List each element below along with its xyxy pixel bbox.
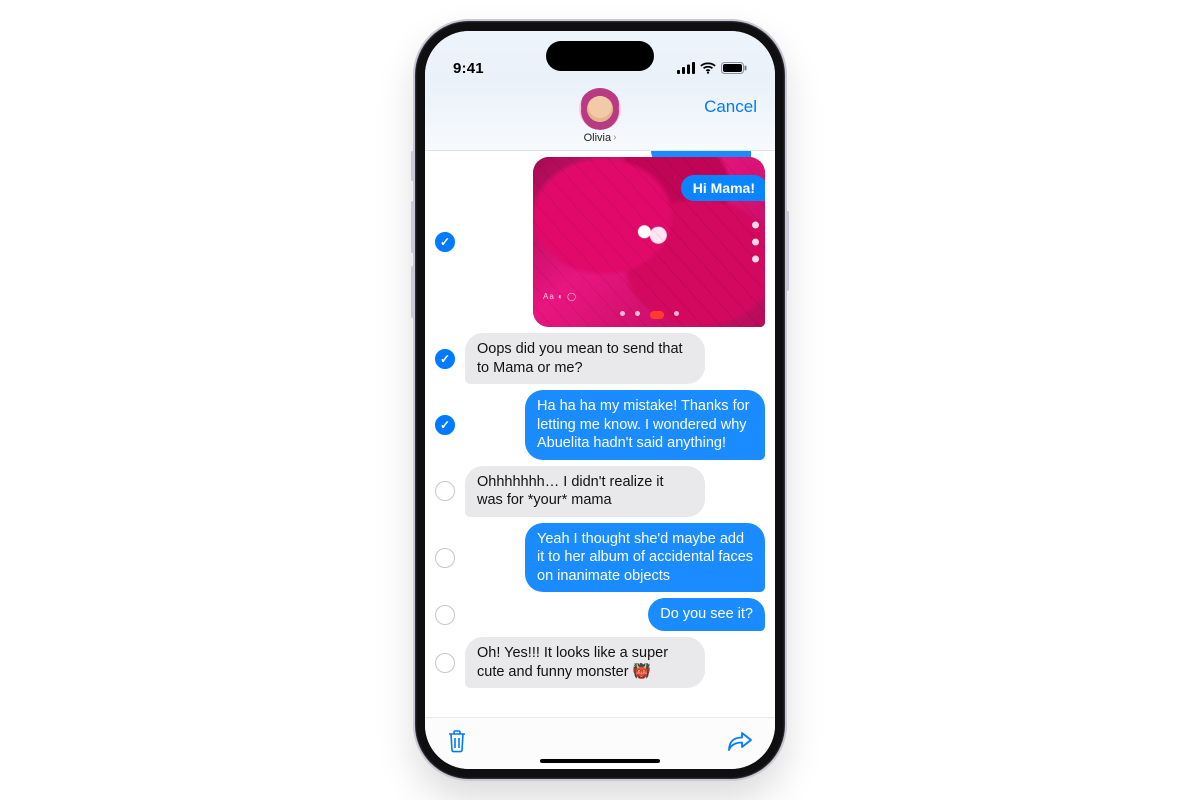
message-row: Oops did you mean to send that to Mama o…	[435, 333, 765, 384]
select-toggle[interactable]	[435, 605, 455, 625]
dynamic-island	[546, 41, 654, 71]
message-row: Do you see it?	[435, 598, 765, 631]
received-message-bubble[interactable]: Ohhhhhhh… I didn't realize it was for *y…	[465, 466, 705, 517]
home-indicator	[540, 759, 660, 763]
select-toggle[interactable]	[435, 415, 455, 435]
camera-mode-label: Aa ◐ ◯	[543, 292, 577, 301]
mute-switch	[411, 151, 415, 181]
image-message[interactable]: Aa ◐ ◯ Hi Mama!	[533, 157, 765, 327]
contact-name: Olivia	[584, 132, 612, 144]
screen: 9:41 Olivia › Cancel	[425, 31, 775, 769]
volume-up	[411, 201, 415, 253]
message-row: Aa ◐ ◯ Hi Mama!	[435, 157, 765, 327]
status-indicators	[677, 61, 747, 78]
select-toggle[interactable]	[435, 232, 455, 252]
battery-icon	[721, 61, 747, 78]
received-message-bubble[interactable]: Oh! Yes!!! It looks like a super cute an…	[465, 637, 705, 688]
message-row: Oh! Yes!!! It looks like a super cute an…	[435, 637, 765, 688]
power-button	[785, 211, 789, 291]
sent-message-bubble[interactable]: Do you see it?	[648, 598, 765, 631]
volume-down	[411, 266, 415, 318]
select-toggle[interactable]	[435, 653, 455, 673]
select-toggle[interactable]	[435, 481, 455, 501]
camera-bottom-controls-icon	[533, 311, 765, 319]
message-thread: Aa ◐ ◯ Hi Mama! Oops did you mean to sen…	[425, 151, 775, 717]
forward-button[interactable]	[727, 730, 753, 757]
chevron-right-icon: ›	[613, 132, 616, 143]
contact-name-row[interactable]: Olivia ›	[584, 132, 617, 144]
cellular-icon	[677, 61, 695, 78]
wifi-icon	[700, 61, 716, 78]
message-row: Ha ha ha my mistake! Thanks for letting …	[435, 390, 765, 460]
contact-avatar[interactable]	[579, 88, 621, 130]
message-row: Yeah I thought she'd maybe add it to her…	[435, 523, 765, 593]
image-caption-bubble: Hi Mama!	[681, 175, 765, 201]
iphone-frame: 9:41 Olivia › Cancel	[415, 21, 785, 779]
select-toggle[interactable]	[435, 548, 455, 568]
message-row: Ohhhhhhh… I didn't realize it was for *y…	[435, 466, 765, 517]
camera-side-controls-icon	[752, 222, 759, 263]
cancel-button[interactable]: Cancel	[704, 97, 757, 117]
conversation-header: Olivia › Cancel	[425, 79, 775, 151]
received-message-bubble[interactable]: Oops did you mean to send that to Mama o…	[465, 333, 705, 384]
sent-message-bubble[interactable]: Yeah I thought she'd maybe add it to her…	[525, 523, 765, 593]
sent-message-bubble[interactable]: Ha ha ha my mistake! Thanks for letting …	[525, 390, 765, 460]
status-time: 9:41	[453, 60, 484, 77]
delete-button[interactable]	[447, 729, 467, 758]
memoji-face-icon	[587, 96, 613, 122]
select-toggle[interactable]	[435, 349, 455, 369]
